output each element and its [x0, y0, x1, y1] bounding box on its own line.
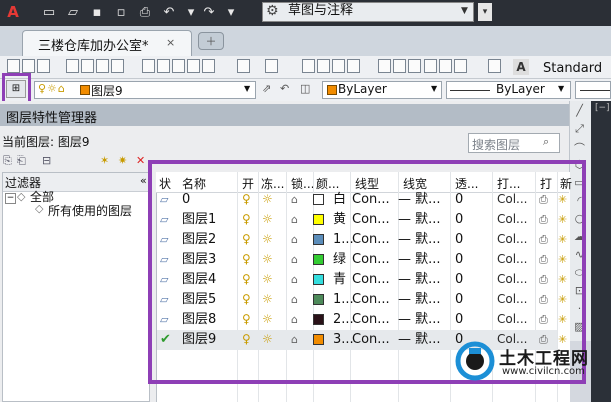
open-icon[interactable]: [22, 59, 35, 73]
zoom-previous-icon[interactable]: [347, 59, 360, 73]
make-current-icon[interactable]: ⇗: [262, 82, 271, 95]
highlight-frame: [2, 73, 31, 104]
watermark-url: www.civilcn.com: [502, 366, 585, 377]
layer-dropdown[interactable]: [34, 81, 256, 99]
construction-line-icon[interactable]: ⤢: [573, 122, 586, 136]
filter-icon: ◇: [17, 190, 26, 203]
3d-dwf-icon[interactable]: [111, 59, 124, 73]
publish-icon[interactable]: [96, 59, 109, 73]
collapse-icon[interactable]: «: [140, 174, 147, 187]
redo-icon[interactable]: [265, 59, 278, 73]
quickcalc-icon[interactable]: [454, 59, 467, 73]
new-icon[interactable]: [7, 59, 20, 73]
plot-icon[interactable]: [66, 59, 79, 73]
paste-icon[interactable]: [172, 59, 185, 73]
chevron-down-icon: ▼: [244, 84, 251, 93]
color-dropdown-value: ByLayer: [338, 82, 387, 96]
new-filter-icon[interactable]: ⎘: [3, 154, 12, 168]
text-style-dropdown[interactable]: Standard: [543, 61, 602, 76]
group-filter-icon[interactable]: ⎗: [17, 154, 26, 168]
app-logo-icon[interactable]: A: [4, 3, 22, 21]
layer-dropdown-value: 图层9: [91, 84, 123, 98]
preview-icon[interactable]: [81, 59, 94, 73]
viewport-label: [−]: [595, 103, 610, 113]
zoom-window-icon[interactable]: [332, 59, 345, 73]
save-as-icon[interactable]: ▫: [112, 4, 130, 22]
filter-icon: ◇: [35, 202, 44, 215]
block-editor-icon[interactable]: [202, 59, 215, 73]
document-tab-label: 三楼仓库加办公室*: [38, 39, 149, 54]
save-icon[interactable]: ▪: [88, 4, 106, 22]
lineweight-preview: [580, 90, 610, 91]
save-icon[interactable]: [37, 59, 50, 73]
pan-icon[interactable]: [302, 59, 315, 73]
search-icon[interactable]: ⌕: [543, 135, 549, 149]
current-layer-label: 当前图层: 图层9: [2, 135, 90, 149]
design-center-icon[interactable]: [393, 59, 406, 73]
copy-icon[interactable]: [157, 59, 170, 73]
linetype-dropdown-value: ByLayer: [496, 82, 545, 96]
match-properties-icon[interactable]: [187, 59, 200, 73]
delete-layer-icon[interactable]: ✕: [136, 154, 145, 167]
close-icon[interactable]: ×: [166, 36, 175, 49]
tool-palettes-icon[interactable]: [408, 59, 421, 73]
redo-dropdown-icon[interactable]: ▾: [222, 4, 240, 22]
plot-icon[interactable]: ⎙: [136, 4, 154, 22]
new-file-icon[interactable]: ▭: [40, 4, 58, 22]
text-style-icon[interactable]: A: [513, 59, 529, 75]
zoom-realtime-icon[interactable]: [317, 59, 330, 73]
properties-icon[interactable]: [378, 59, 391, 73]
undo-icon[interactable]: [237, 59, 250, 73]
chevron-down-icon: ▼: [461, 6, 468, 16]
palette-title: 图层特性管理器: [6, 111, 98, 126]
state-manager-icon[interactable]: ⊟: [42, 154, 51, 167]
watermark-logo-icon: [455, 341, 495, 381]
drawing-area-edge: [591, 101, 611, 402]
help-icon[interactable]: [488, 59, 501, 73]
tree-expander-icon[interactable]: −: [5, 193, 16, 204]
chevron-down-icon: ▼: [431, 84, 438, 93]
new-tab-button[interactable]: ＋: [198, 32, 224, 50]
layer-state-icons: ♀☼⌂: [38, 82, 66, 95]
layer-previous-icon[interactable]: ↶: [280, 82, 289, 95]
sheet-set-icon[interactable]: [424, 59, 437, 73]
layer-color-swatch: [80, 85, 90, 95]
undo-icon[interactable]: ↶: [160, 4, 178, 22]
linetype-preview: [450, 90, 490, 91]
color-swatch: [327, 85, 337, 95]
undo-dropdown-icon[interactable]: ▾: [182, 4, 200, 22]
line-icon[interactable]: ╱: [573, 104, 586, 117]
workspace-name: 草图与注释: [288, 3, 354, 18]
polyline-icon[interactable]: ⌒: [573, 140, 586, 156]
filter-used-layers[interactable]: 所有使用的图层: [48, 202, 132, 219]
customize-toolbar-button[interactable]: ▾: [478, 3, 492, 21]
chevron-down-icon: ▼: [558, 84, 565, 93]
search-placeholder: 搜索图层: [472, 138, 521, 152]
new-vp-frozen-layer-icon[interactable]: ✷: [118, 154, 127, 167]
redo-icon[interactable]: ↷: [200, 4, 218, 22]
markup-icon[interactable]: [439, 59, 452, 73]
layer-isolate-icon[interactable]: ◫: [300, 82, 310, 95]
open-file-icon[interactable]: ▱: [64, 4, 82, 22]
gear-icon: ⚙: [266, 3, 279, 19]
new-layer-icon[interactable]: ✶: [100, 154, 109, 167]
cut-icon[interactable]: [142, 59, 155, 73]
